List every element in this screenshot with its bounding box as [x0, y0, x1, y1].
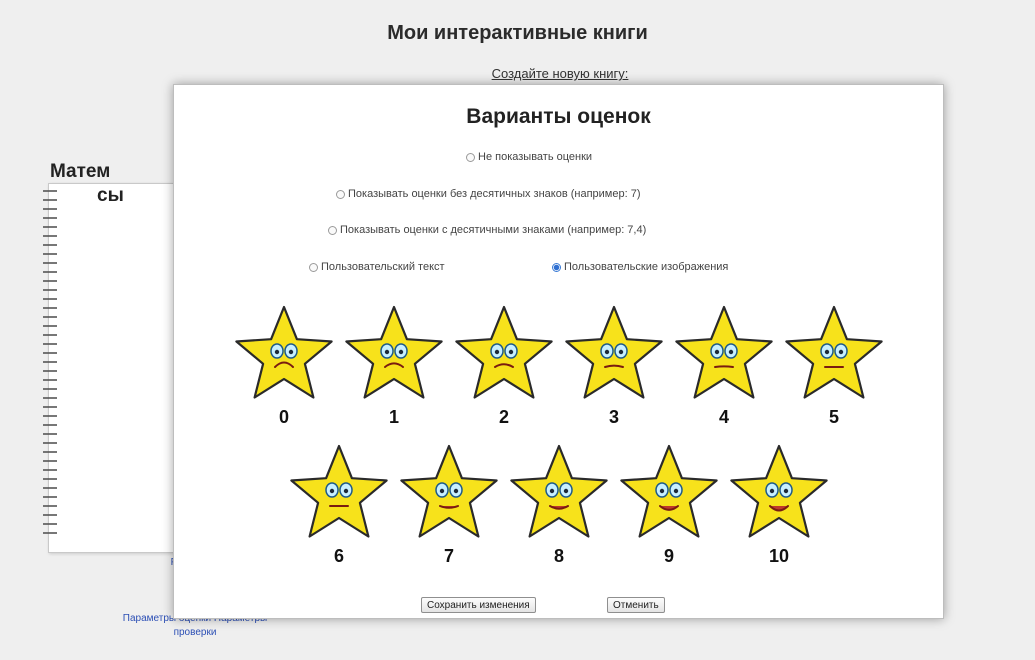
grade-star-7: 7 [397, 442, 507, 582]
grade-star-9: 9 [617, 442, 727, 582]
grade-star-0: 0 [232, 303, 342, 443]
option-decimal-grades-label: Показывать оценки с десятичными знаками … [340, 224, 647, 236]
grade-label: 6 [333, 546, 344, 566]
option-custom-images[interactable]: Пользовательские изображения [552, 261, 728, 273]
grade-star-5: 5 [782, 303, 892, 443]
notebook-spiral [43, 190, 57, 540]
star-face-icon [400, 444, 498, 538]
page-title: Мои интерактивные книги [387, 22, 648, 44]
book-title-line2: сы [97, 185, 124, 206]
grade-star-10: 10 [727, 442, 837, 582]
grade-star-6: 6 [287, 442, 397, 582]
option-no-grades[interactable]: Не показывать оценки [466, 151, 592, 163]
star-face-icon [620, 444, 718, 538]
book-title-line1: Матем [50, 161, 111, 182]
radio-no-grades[interactable] [466, 152, 475, 162]
radio-custom-text[interactable] [309, 262, 318, 272]
grade-label: 0 [278, 407, 289, 427]
radio-custom-images[interactable] [552, 262, 561, 272]
option-custom-images-label: Пользовательские изображения [564, 261, 729, 273]
dialog-title: Варианты оценок [466, 105, 651, 128]
grade-star-1: 1 [342, 303, 452, 443]
book-title: Матем сы [50, 160, 124, 208]
grade-star-8: 8 [507, 442, 617, 582]
radio-decimal-grades[interactable] [328, 225, 337, 235]
option-custom-text[interactable]: Пользовательский текст [309, 261, 445, 273]
grade-label: 7 [443, 546, 454, 566]
star-face-icon [565, 305, 663, 399]
grade-label: 2 [498, 407, 509, 427]
grade-options-dialog: Варианты оценок Не показывать оценки Пок… [173, 84, 944, 619]
grade-label: 1 [388, 407, 399, 427]
star-face-icon [290, 444, 388, 538]
option-custom-text-label: Пользовательский текст [321, 261, 445, 273]
grade-label: 10 [768, 546, 790, 566]
grade-star-2: 2 [452, 303, 562, 443]
grade-label: 8 [553, 546, 564, 566]
option-decimal-grades[interactable]: Показывать оценки с десятичными знаками … [328, 224, 646, 236]
star-face-icon [235, 305, 333, 399]
star-face-icon [785, 305, 883, 399]
star-face-icon [675, 305, 773, 399]
grade-label: 9 [663, 546, 674, 566]
grade-star-3: 3 [562, 303, 672, 443]
grade-label: 3 [608, 407, 619, 427]
book-link-check[interactable]: проверки [80, 626, 310, 640]
create-book-link[interactable]: Создайте новую книгу: [0, 66, 1035, 81]
star-face-icon [455, 305, 553, 399]
star-face-icon [510, 444, 608, 538]
cancel-button[interactable]: Отменить [607, 597, 665, 613]
save-button[interactable]: Сохранить изменения [421, 597, 536, 613]
grade-label: 5 [828, 407, 839, 427]
option-integer-grades[interactable]: Показывать оценки без десятичных знаков … [336, 188, 641, 200]
grade-star-4: 4 [672, 303, 782, 443]
option-integer-grades-label: Показывать оценки без десятичных знаков … [348, 188, 641, 200]
grade-label: 4 [718, 407, 729, 427]
star-face-icon [345, 305, 443, 399]
option-no-grades-label: Не показывать оценки [478, 151, 593, 163]
star-face-icon [730, 444, 828, 538]
radio-integer-grades[interactable] [336, 189, 345, 199]
